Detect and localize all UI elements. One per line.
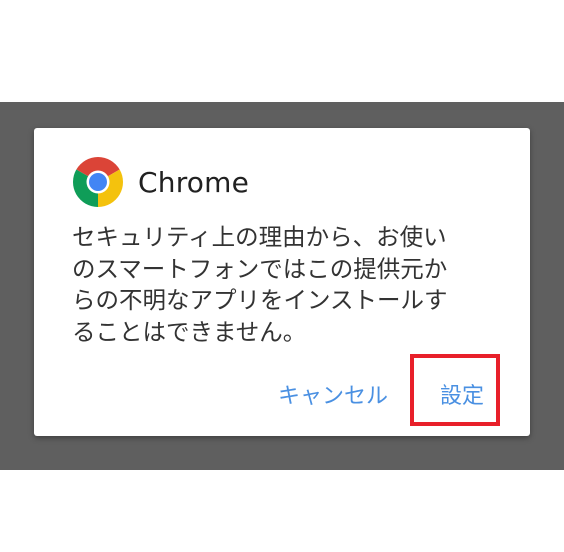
bottom-background: [0, 470, 564, 552]
chrome-logo-icon: [73, 157, 123, 207]
dialog-header: Chrome: [72, 156, 249, 208]
settings-highlight-box: [410, 354, 500, 426]
dialog-message: セキュリティ上の理由から、お使い のスマートフォンではこの提供元か らの不明なア…: [72, 223, 448, 346]
dialog-title: Chrome: [138, 165, 250, 199]
top-background: [0, 0, 564, 102]
cancel-button[interactable]: キャンセル: [278, 378, 388, 410]
